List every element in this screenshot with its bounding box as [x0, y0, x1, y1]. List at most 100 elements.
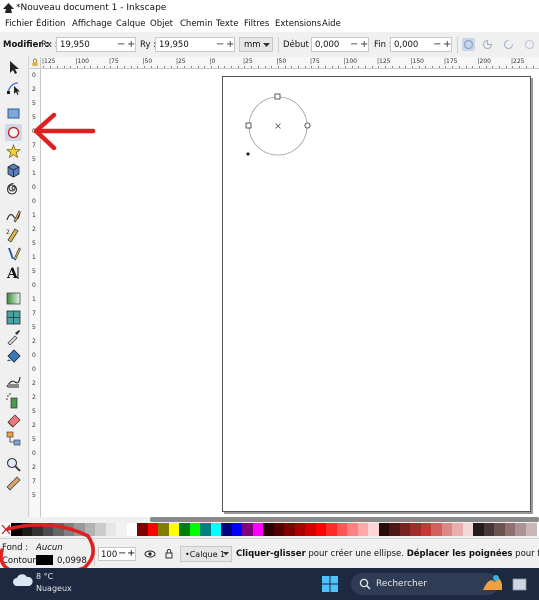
- scale-handle[interactable]: [246, 152, 250, 156]
- taskbar-search[interactable]: Rechercher: [351, 573, 502, 595]
- tweak-tool[interactable]: [5, 373, 22, 390]
- mesh-tool[interactable]: [5, 309, 22, 326]
- rx-decrement-button[interactable]: −: [117, 39, 125, 50]
- menu-texte[interactable]: Texte: [216, 19, 238, 29]
- end-increment-button[interactable]: +: [443, 39, 451, 50]
- star-tool[interactable]: [5, 143, 22, 160]
- calligraphy-tool[interactable]: [5, 245, 22, 262]
- color-swatch[interactable]: [420, 523, 432, 536]
- color-swatch[interactable]: [431, 523, 442, 536]
- rx-handle[interactable]: [245, 122, 252, 129]
- menu-objet[interactable]: Objet: [150, 19, 173, 29]
- rectangle-tool[interactable]: [5, 105, 22, 122]
- color-swatch[interactable]: [221, 523, 232, 536]
- color-swatch[interactable]: [399, 523, 411, 536]
- color-swatch[interactable]: [462, 523, 474, 536]
- weather-desc[interactable]: Nuageux: [36, 584, 72, 593]
- menu-affichage[interactable]: Affichage: [72, 19, 112, 29]
- horizontal-scrollbar[interactable]: [150, 517, 539, 522]
- opacity-decrement-button[interactable]: −: [118, 548, 126, 559]
- ellipse-tool[interactable]: [5, 124, 22, 141]
- windows-start-icon[interactable]: [322, 576, 338, 592]
- color-swatch[interactable]: [273, 523, 285, 536]
- color-swatch[interactable]: [126, 523, 138, 536]
- arc-handle[interactable]: [304, 122, 311, 129]
- color-swatch[interactable]: [347, 523, 358, 536]
- pencil-tool[interactable]: [5, 207, 22, 224]
- unit-select[interactable]: mm: [239, 37, 273, 52]
- color-swatch[interactable]: [105, 523, 117, 536]
- rx-increment-button[interactable]: +: [127, 39, 135, 50]
- color-swatch[interactable]: [326, 523, 337, 536]
- opacity-increment-button[interactable]: +: [127, 548, 135, 559]
- color-swatch[interactable]: [168, 523, 180, 536]
- ellipse-shape[interactable]: [240, 90, 320, 165]
- color-swatch[interactable]: [483, 523, 495, 536]
- color-swatch[interactable]: [410, 523, 421, 536]
- color-swatch[interactable]: [504, 523, 516, 536]
- dropper-tool[interactable]: [5, 328, 22, 346]
- color-swatch[interactable]: [242, 523, 253, 536]
- menu-edition[interactable]: Édition: [36, 19, 65, 29]
- lock-icon[interactable]: [164, 548, 174, 559]
- color-swatch[interactable]: [452, 523, 463, 536]
- gradient-tool[interactable]: [5, 290, 22, 307]
- color-swatch[interactable]: [305, 523, 316, 536]
- color-swatch[interactable]: [494, 523, 505, 536]
- eraser-tool[interactable]: [5, 411, 22, 428]
- color-swatch[interactable]: [284, 523, 295, 536]
- color-swatch[interactable]: [231, 523, 243, 536]
- menu-aide[interactable]: Aide: [322, 19, 341, 29]
- reset-ellipse-button[interactable]: [523, 38, 536, 51]
- color-swatch[interactable]: [179, 523, 190, 536]
- color-swatch[interactable]: [294, 523, 306, 536]
- ry-input[interactable]: 19,950 − +: [155, 37, 235, 52]
- color-swatch[interactable]: [441, 523, 453, 536]
- connector-tool[interactable]: [5, 430, 22, 447]
- eye-icon[interactable]: [144, 549, 156, 559]
- start-input[interactable]: 0,000 − +: [311, 37, 369, 52]
- color-swatch[interactable]: [189, 523, 201, 536]
- ry-decrement-button[interactable]: −: [216, 39, 224, 50]
- color-swatch[interactable]: [368, 523, 379, 536]
- rx-input[interactable]: 19,950 − +: [56, 37, 136, 52]
- zoom-tool[interactable]: [5, 456, 22, 473]
- pen-tool[interactable]: 2: [5, 226, 22, 243]
- menu-chemin[interactable]: Chemin: [180, 19, 213, 29]
- start-increment-button[interactable]: +: [360, 39, 368, 50]
- menu-extensions[interactable]: Extensions: [275, 19, 321, 29]
- spiral-tool[interactable]: [5, 181, 22, 198]
- color-swatch[interactable]: [137, 523, 148, 536]
- paint-bucket-tool[interactable]: [5, 347, 22, 364]
- color-swatch[interactable]: [158, 523, 169, 536]
- color-swatch[interactable]: [515, 523, 526, 536]
- color-swatch[interactable]: [252, 523, 264, 536]
- taskview-icon[interactable]: [512, 576, 528, 592]
- color-swatch[interactable]: [147, 523, 159, 536]
- start-decrement-button[interactable]: −: [350, 39, 358, 50]
- menu-filtres[interactable]: Filtres: [244, 19, 269, 29]
- color-swatch[interactable]: [357, 523, 369, 536]
- color-swatch[interactable]: [200, 523, 211, 536]
- color-swatch[interactable]: [210, 523, 222, 536]
- text-tool[interactable]: A: [5, 264, 22, 282]
- selector-tool[interactable]: [5, 59, 22, 76]
- 3d-box-tool[interactable]: [5, 162, 22, 179]
- color-swatch[interactable]: [378, 523, 390, 536]
- spray-tool[interactable]: [5, 392, 22, 409]
- color-swatch[interactable]: [315, 523, 327, 536]
- color-swatch[interactable]: [336, 523, 348, 536]
- ry-increment-button[interactable]: +: [226, 39, 234, 50]
- measure-tool[interactable]: [5, 475, 22, 492]
- ry-handle[interactable]: [274, 93, 281, 100]
- arc-button[interactable]: [502, 38, 515, 51]
- color-swatch[interactable]: [473, 523, 484, 536]
- color-swatch[interactable]: [116, 523, 127, 536]
- node-tool[interactable]: [5, 79, 22, 96]
- layer-select[interactable]: •Calque 1: [180, 546, 232, 562]
- weather-temp[interactable]: 8 °C: [36, 572, 53, 581]
- end-decrement-button[interactable]: −: [433, 39, 441, 50]
- segment-button[interactable]: [481, 38, 494, 51]
- whole-ellipse-button[interactable]: [462, 38, 475, 51]
- color-swatch[interactable]: [263, 523, 274, 536]
